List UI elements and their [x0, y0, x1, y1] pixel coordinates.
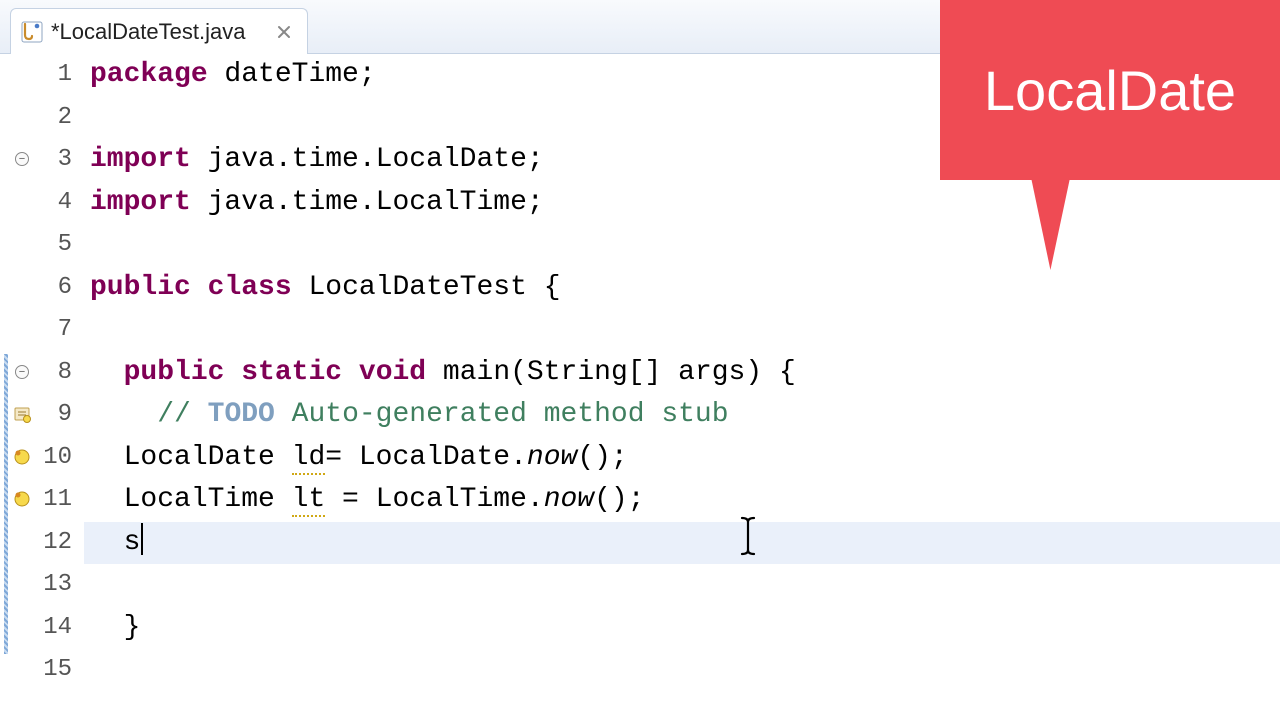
- line-number: 2: [34, 97, 72, 140]
- code-line: LocalDate ld= LocalDate.now();: [90, 437, 1280, 480]
- code-line: LocalTime lt = LocalTime.now();: [90, 479, 1280, 522]
- close-tab-icon[interactable]: [275, 23, 293, 41]
- line-number: 13: [34, 564, 72, 607]
- line-number: 8: [34, 352, 72, 395]
- warning-icon[interactable]: [12, 447, 32, 467]
- line-number: 3: [34, 139, 72, 182]
- tab-title: *LocalDateTest.java: [51, 19, 245, 45]
- line-number: 12: [34, 522, 72, 565]
- warning-icon[interactable]: [12, 489, 32, 509]
- line-number: 9: [34, 394, 72, 437]
- quickfix-icon[interactable]: [12, 404, 32, 424]
- text-caret: [141, 523, 143, 555]
- line-number: 1: [34, 54, 72, 97]
- code-line: s: [90, 522, 1280, 565]
- code-line: public class LocalDateTest {: [90, 267, 1280, 310]
- code-line: [90, 649, 1280, 692]
- line-number-gutter: 1 2 3 4 5 6 7 8 9 10 11 12 13 14 15: [34, 54, 84, 720]
- code-line: [90, 564, 1280, 607]
- java-file-icon: [21, 21, 43, 43]
- line-number: 7: [34, 309, 72, 352]
- line-number: 14: [34, 607, 72, 650]
- fold-toggle-imports[interactable]: −: [12, 149, 32, 169]
- annotation-column: − −: [12, 54, 34, 720]
- code-line: [90, 309, 1280, 352]
- line-number: 6: [34, 267, 72, 310]
- code-line: public static void main(String[] args) {: [90, 352, 1280, 395]
- line-number: 4: [34, 182, 72, 225]
- line-number: 5: [34, 224, 72, 267]
- editor-tab-localdatetest[interactable]: *LocalDateTest.java: [10, 8, 308, 54]
- code-line: }: [90, 607, 1280, 650]
- fold-toggle-method[interactable]: −: [12, 362, 32, 382]
- annotation-callout: LocalDate: [940, 0, 1280, 180]
- callout-text: LocalDate: [984, 58, 1236, 123]
- code-line: import java.time.LocalTime;: [90, 182, 1280, 225]
- code-line: [90, 224, 1280, 267]
- line-number: 15: [34, 649, 72, 692]
- code-line: // TODO Auto-generated method stub: [90, 394, 1280, 437]
- line-number: 11: [34, 479, 72, 522]
- change-marker-column: [0, 54, 12, 720]
- line-number: 10: [34, 437, 72, 480]
